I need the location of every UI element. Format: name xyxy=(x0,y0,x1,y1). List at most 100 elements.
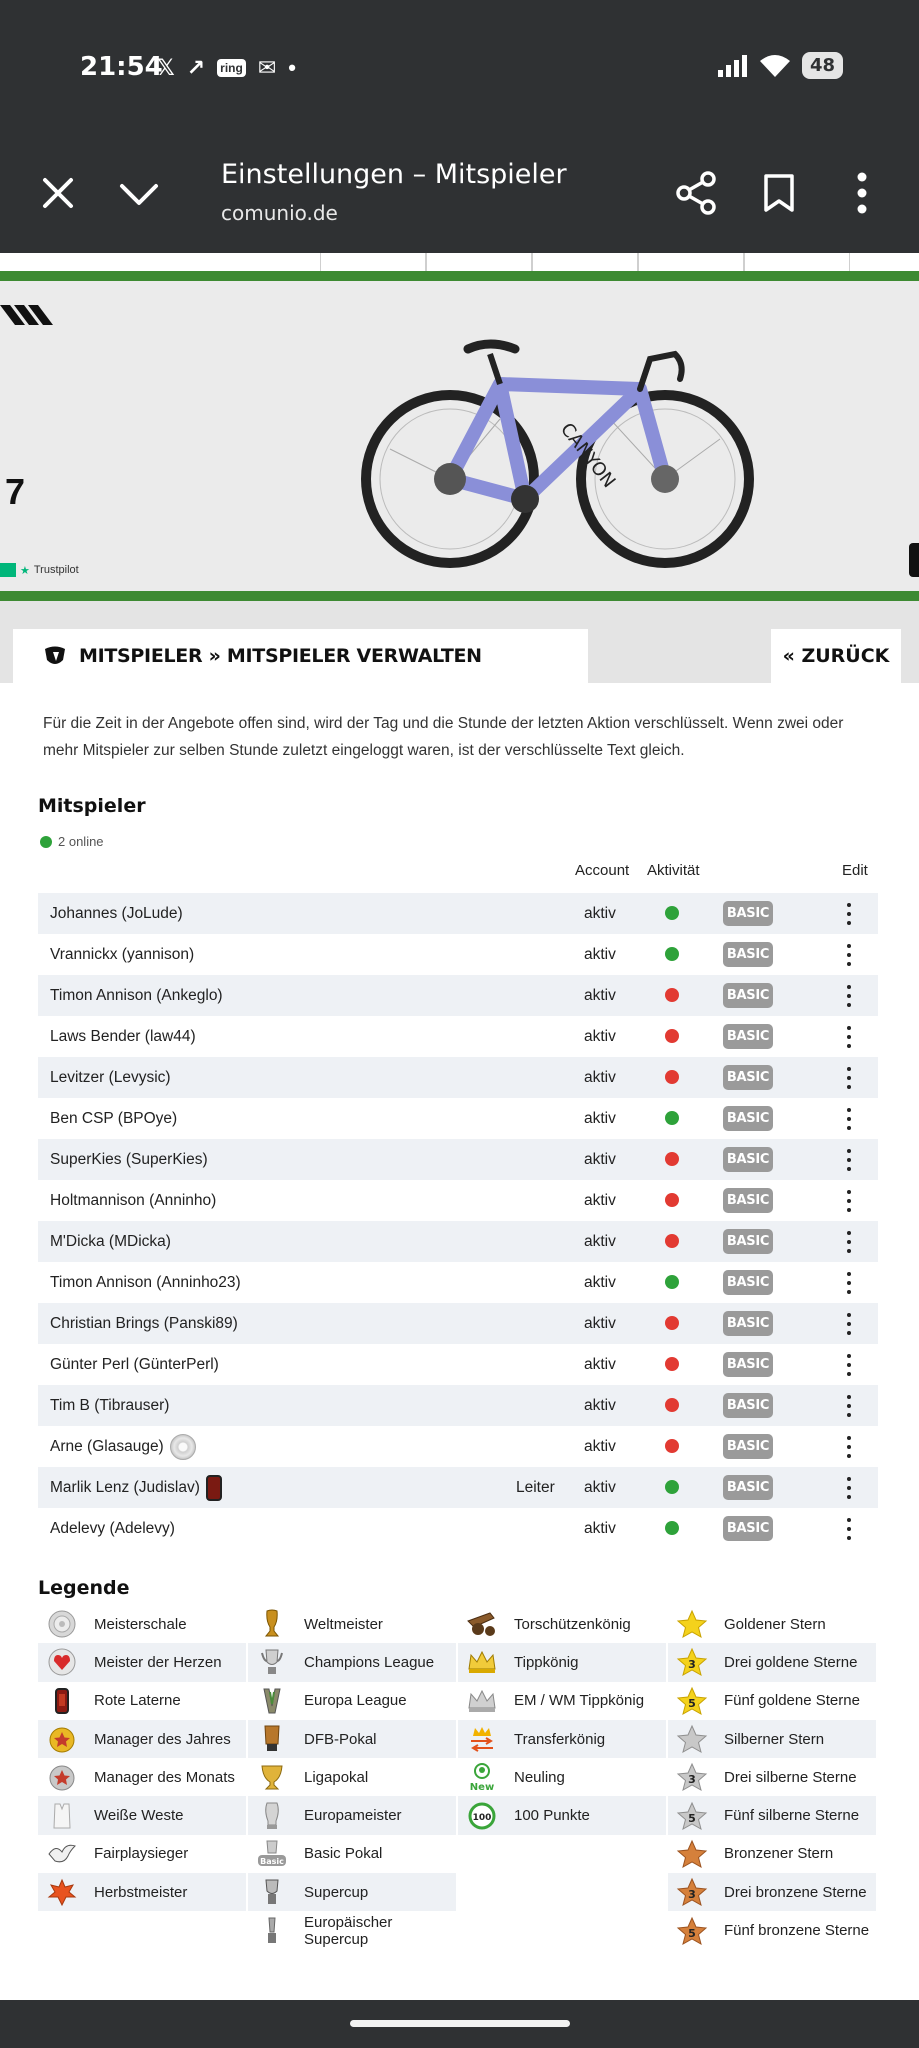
edit-menu-icon[interactable] xyxy=(842,1311,856,1337)
player-name[interactable]: Timon Annison (Ankeglo) xyxy=(50,987,223,1005)
activity-dot-icon xyxy=(665,1234,679,1248)
player-name[interactable]: Holtmannison (Anninho) xyxy=(50,1192,216,1210)
legend-label: 100 Punkte xyxy=(514,1807,590,1825)
more-vert-icon[interactable] xyxy=(850,171,874,215)
legend-column-2: Weltmeister Champions League Europa League… xyxy=(248,1605,456,1950)
online-dot-icon xyxy=(40,835,52,848)
account-status: aktiv xyxy=(584,1478,616,1496)
brand-stripes-graphic xyxy=(0,305,53,325)
section-header: MITSPIELER » MITSPIELER VERWALTEN xyxy=(13,629,588,683)
close-icon[interactable] xyxy=(40,175,76,211)
edit-menu-icon[interactable] xyxy=(842,1516,856,1542)
legend-label: Drei silberne Sterne xyxy=(724,1768,857,1786)
plan-badge: BASIC xyxy=(723,1024,773,1049)
player-name[interactable]: Günter Perl (GünterPerl) xyxy=(50,1356,219,1374)
gold-crown-icon xyxy=(466,1647,498,1677)
plan-badge: BASIC xyxy=(723,1106,773,1131)
player-name[interactable]: Ben CSP (BPOye) xyxy=(50,1110,177,1128)
player-name-cell: Tim B (Tibrauser) xyxy=(50,1385,169,1426)
heart-plate-icon xyxy=(46,1647,78,1677)
system-navigation-bar xyxy=(0,2000,919,2048)
player-name[interactable]: M'Dicka (MDicka) xyxy=(50,1233,171,1251)
legend-item: Europameister xyxy=(248,1796,456,1835)
plan-badge: BASIC xyxy=(723,1393,773,1418)
gold-star-3-icon: 3 xyxy=(676,1647,708,1677)
legend-item: Meister der Herzen xyxy=(38,1643,246,1682)
gold-star-5-icon: 5 xyxy=(676,1686,708,1716)
legend-item: Ligapokal xyxy=(248,1758,456,1796)
share-icon[interactable] xyxy=(675,171,717,215)
player-name[interactable]: Timon Annison (Anninho23) xyxy=(50,1274,241,1292)
plan-badge: BASIC xyxy=(723,1516,773,1541)
supercup-icon xyxy=(256,1877,288,1907)
player-name[interactable]: Johannes (JoLude) xyxy=(50,905,183,923)
player-name[interactable]: Christian Brings (Panski89) xyxy=(50,1315,238,1333)
gesture-handle[interactable] xyxy=(350,2020,570,2027)
legend-item: Meisterschale xyxy=(38,1605,246,1643)
legend-item: 5 Fünf bronzene Sterne xyxy=(668,1911,876,1949)
edit-menu-icon[interactable] xyxy=(842,1065,856,1091)
legend-item: Weiße Weste xyxy=(38,1796,246,1835)
legend-label: Weltmeister xyxy=(304,1615,383,1633)
back-button[interactable]: « ZURÜCK xyxy=(771,629,901,683)
legend-label: Europäischer Supercup xyxy=(304,1913,393,1948)
edit-menu-icon[interactable] xyxy=(842,1475,856,1501)
edit-menu-icon[interactable] xyxy=(842,1393,856,1419)
legend-item: 3 Drei bronzene Sterne xyxy=(668,1873,876,1912)
edit-menu-icon[interactable] xyxy=(842,1188,856,1214)
player-name[interactable]: Levitzer (Levysic) xyxy=(50,1069,171,1087)
hundred-points-icon: 100 xyxy=(466,1801,498,1831)
svg-text:3: 3 xyxy=(688,1658,696,1671)
table-row: Vrannickx (yannison) aktiv BASIC xyxy=(38,934,878,975)
edit-menu-icon[interactable] xyxy=(842,1434,856,1460)
bronze-star-3-icon: 3 xyxy=(676,1877,708,1907)
edit-menu-icon[interactable] xyxy=(842,901,856,927)
ring-app-icon: ring xyxy=(217,59,246,77)
edit-menu-icon[interactable] xyxy=(842,1229,856,1255)
legend-title: Legende xyxy=(38,1577,130,1599)
legend-label: Silberner Stern xyxy=(724,1730,825,1748)
edit-menu-icon[interactable] xyxy=(842,983,856,1009)
edit-menu-icon[interactable] xyxy=(842,1024,856,1050)
activity-dot-icon xyxy=(665,1193,679,1207)
account-status: aktiv xyxy=(584,904,616,922)
player-name[interactable]: Laws Bender (law44) xyxy=(50,1028,196,1046)
legend-item: Europa League xyxy=(248,1682,456,1720)
player-name[interactable]: SuperKies (SuperKies) xyxy=(50,1151,208,1169)
svg-text:New: New xyxy=(470,1782,494,1792)
site-nav-remnant xyxy=(0,253,919,271)
chevron-down-icon[interactable] xyxy=(118,179,160,209)
euro-trophy-icon xyxy=(256,1801,288,1831)
edit-menu-icon[interactable] xyxy=(842,942,856,968)
edit-menu-icon[interactable] xyxy=(842,1270,856,1296)
plan-badge: BASIC xyxy=(723,1311,773,1336)
player-name[interactable]: Vrannickx (yannison) xyxy=(50,946,194,964)
activity-dot-icon xyxy=(665,1152,679,1166)
player-name[interactable]: Marlik Lenz (Judislav) xyxy=(50,1479,200,1497)
player-name[interactable]: Tim B (Tibrauser) xyxy=(50,1397,169,1415)
advertisement-banner[interactable]: 7 ★ Trustpilot CANYON xyxy=(0,281,919,591)
legend-label: Weiße Weste xyxy=(94,1807,184,1825)
legend-label: Drei goldene Sterne xyxy=(724,1653,858,1671)
account-status: aktiv xyxy=(584,1109,616,1127)
player-role: Leiter xyxy=(516,1478,555,1496)
edit-menu-icon[interactable] xyxy=(842,1352,856,1378)
player-name[interactable]: Arne (Glasauge) xyxy=(50,1438,164,1456)
account-status: aktiv xyxy=(584,1314,616,1332)
player-name-cell: Holtmannison (Anninho) xyxy=(50,1180,216,1221)
table-row: SuperKies (SuperKies) aktiv BASIC xyxy=(38,1139,878,1180)
wifi-icon xyxy=(759,54,790,77)
dfb-pokal-icon xyxy=(256,1724,288,1754)
ad-side-tab[interactable] xyxy=(909,543,919,577)
table-row: Timon Annison (Anninho23) aktiv BASIC xyxy=(38,1262,878,1303)
account-status: aktiv xyxy=(584,1355,616,1373)
table-row: Levitzer (Levysic) aktiv BASIC xyxy=(38,1057,878,1098)
bookmark-icon[interactable] xyxy=(762,173,796,213)
plan-badge: BASIC xyxy=(723,1475,773,1500)
legend-label: Ligapokal xyxy=(304,1768,369,1786)
edit-menu-icon[interactable] xyxy=(842,1147,856,1173)
edit-menu-icon[interactable] xyxy=(842,1106,856,1132)
account-status: aktiv xyxy=(584,986,616,1004)
player-name[interactable]: Adelevy (Adelevy) xyxy=(50,1520,175,1538)
player-name-cell: Günter Perl (GünterPerl) xyxy=(50,1344,219,1385)
